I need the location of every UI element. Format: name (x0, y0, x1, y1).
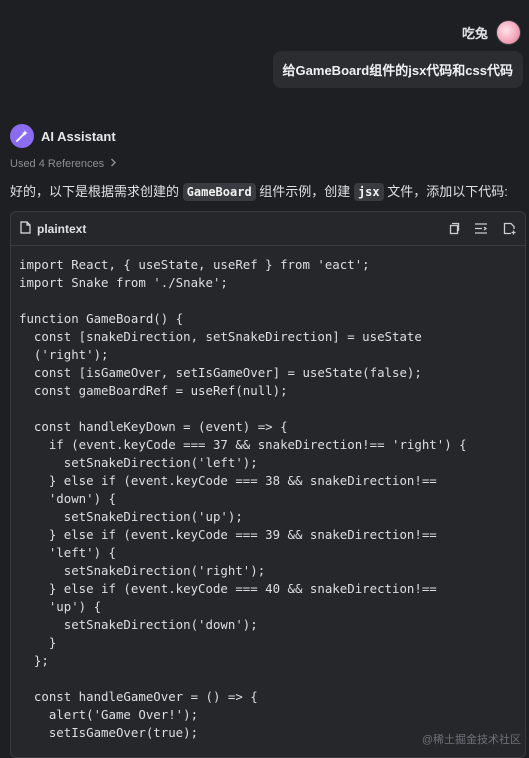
code-line: setSnakeDirection('down'); (19, 617, 258, 632)
intro-text-3: 文件，添加以下代码: (387, 184, 508, 199)
code-line: setSnakeDirection('up'); (19, 509, 243, 524)
code-content[interactable]: import React, { useState, useRef } from … (11, 246, 525, 742)
chevron-right-icon (110, 158, 117, 170)
code-line: }; (19, 653, 49, 668)
new-file-icon[interactable] (502, 222, 516, 236)
code-line: const [isGameOver, setIsGameOver] = useS… (19, 365, 422, 380)
references-toggle[interactable]: Used 4 References (10, 158, 117, 170)
user-avatar[interactable] (496, 20, 521, 45)
code-line: const gameBoardRef = useRef(null); (19, 383, 288, 398)
code-line: function GameBoard() { (19, 311, 184, 326)
code-line: import React, { useState, useRef } from … (19, 257, 370, 272)
copy-icon[interactable] (446, 222, 460, 236)
code-line: const handleGameOver = () => { (19, 689, 258, 704)
code-line: 'up') { (19, 599, 102, 614)
assistant-intro: 好的，以下是根据需求创建的 GameBoard 组件示例，创建 jsx 文件，添… (10, 181, 525, 203)
code-language-label: plaintext (37, 221, 87, 236)
user-message-bubble: 给GameBoard组件的jsx代码和css代码 (272, 51, 523, 88)
code-line: import Snake from './Snake'; (19, 275, 228, 290)
code-line: const [snakeDirection, setSnakeDirection… (19, 329, 422, 344)
code-line: } else if (event.keyCode === 40 && snake… (19, 581, 437, 596)
user-name: 吃兔 (461, 26, 488, 41)
insert-at-caret-icon[interactable] (474, 222, 488, 236)
intro-text-2: 组件示例，创建 (259, 184, 351, 199)
code-line: 'left') { (19, 545, 116, 560)
assistant-header: AI Assistant (10, 124, 116, 148)
code-line: } else if (event.keyCode === 38 && snake… (19, 473, 437, 488)
code-line: alert('Game Over!'); (19, 707, 199, 722)
code-block-header: plaintext (11, 212, 525, 246)
inline-code-jsx: jsx (353, 183, 384, 201)
inline-code-gameboard: GameBoard (182, 183, 256, 201)
code-line: ('right'); (19, 347, 109, 362)
ai-assistant-icon (10, 124, 34, 148)
watermark: @稀土掘金技术社区 (421, 734, 521, 746)
code-block: plaintext import React, {useState, useR… (10, 211, 526, 758)
code-line: if (event.keyCode === 37 && snakeDirecti… (19, 437, 467, 452)
code-language: plaintext (20, 220, 87, 237)
code-line: setSnakeDirection('right'); (19, 563, 266, 578)
user-header: 吃兔 (462, 20, 521, 45)
file-icon (20, 220, 31, 237)
assistant-name: AI Assistant (41, 128, 116, 144)
code-line: } (19, 635, 57, 650)
references-label: Used 4 References (10, 158, 105, 170)
intro-text-1: 好的，以下是根据需求创建的 (10, 184, 180, 199)
code-line: 'down') { (19, 491, 116, 506)
code-line: } else if (event.keyCode === 39 && snake… (19, 527, 437, 542)
code-line: setSnakeDirection('left'); (19, 455, 258, 470)
code-line: const handleKeyDown = (event) => { (19, 419, 288, 434)
